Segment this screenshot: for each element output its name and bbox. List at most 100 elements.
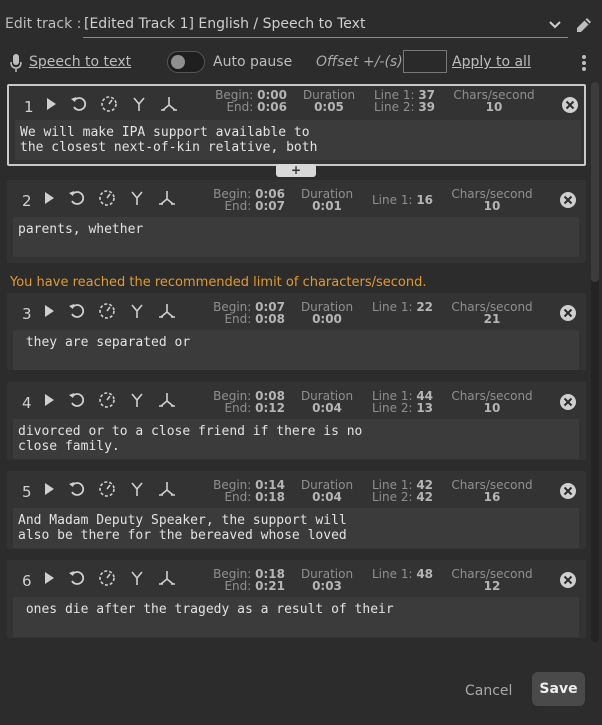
cps-warning: You have reached the recommended limit o…: [10, 275, 427, 290]
cue-duration: Duration 0:03: [300, 567, 354, 593]
close-circle-icon[interactable]: [559, 393, 577, 411]
microphone-icon[interactable]: [9, 53, 23, 73]
cue-number: 1: [24, 98, 34, 116]
play-icon[interactable]: [40, 302, 58, 320]
edit-track-label: Edit track :: [5, 16, 82, 32]
cue-number: 2: [22, 192, 32, 210]
toggle-knob: [171, 55, 185, 69]
apply-to-all-link[interactable]: Apply to all: [452, 54, 531, 70]
track-select[interactable]: [Edited Track 1] English / Speech to Tex…: [83, 15, 568, 38]
cue-begin-end: Begin: 0:00 End: 0:06: [209, 89, 287, 113]
play-icon[interactable]: [40, 391, 58, 409]
auto-time-icon[interactable]: [98, 302, 116, 320]
chevron-down-icon: [549, 21, 561, 29]
play-icon[interactable]: [40, 189, 58, 207]
close-circle-icon[interactable]: [559, 191, 577, 209]
cue-text-input[interactable]: divorced or to a close friend if there i…: [13, 419, 579, 459]
replay-icon[interactable]: [68, 302, 86, 320]
pencil-icon[interactable]: [574, 15, 594, 35]
split-icon[interactable]: [158, 189, 176, 207]
cue-duration: Duration 0:00: [300, 300, 354, 326]
cue-item[interactable]: 1 Begin: 0:00 End: 0:06 Duration 0:05 Li…: [7, 84, 586, 166]
auto-time-icon[interactable]: [98, 569, 116, 587]
split-icon[interactable]: [158, 480, 176, 498]
cue-text-input[interactable]: We will make IPA support available to th…: [15, 120, 581, 160]
edit-track-bar: Edit track : [Edited Track 1] English / …: [0, 0, 602, 48]
play-icon[interactable]: [40, 480, 58, 498]
cue-number: 3: [22, 305, 32, 323]
cue-begin-end: Begin: 0:18 End: 0:21: [213, 567, 285, 593]
play-icon[interactable]: [42, 95, 60, 113]
replay-icon[interactable]: [68, 189, 86, 207]
cue-chars-per-second: Chars/second 16: [451, 478, 533, 504]
scrollbar-thumb[interactable]: [591, 82, 599, 282]
cue-begin-end: Begin: 0:07 End: 0:08: [213, 300, 285, 326]
cue-chars-per-second: Chars/second 21: [451, 300, 533, 326]
replay-icon[interactable]: [70, 95, 88, 113]
more-vert-icon[interactable]: [577, 53, 591, 73]
cue-text-input[interactable]: parents, whether: [13, 217, 579, 257]
replay-icon[interactable]: [68, 391, 86, 409]
cancel-button[interactable]: Cancel: [465, 683, 512, 699]
auto-time-icon[interactable]: [98, 480, 116, 498]
merge-icon[interactable]: [128, 480, 146, 498]
cps-over-limit: 21: [483, 312, 501, 326]
split-icon[interactable]: [158, 569, 176, 587]
auto-time-icon[interactable]: [98, 189, 116, 207]
close-circle-icon[interactable]: [561, 96, 579, 114]
cue-number: 6: [22, 572, 32, 590]
scrollbar[interactable]: [591, 82, 599, 642]
cue-item[interactable]: 6 Begin: 0:18 End: 0:21 Duration 0:03 Li…: [7, 560, 586, 638]
cue-chars-per-second: Chars/second 10: [453, 88, 535, 114]
auto-time-icon[interactable]: [100, 95, 118, 113]
cue-text-input[interactable]: ones die after the tragedy as a result o…: [13, 597, 579, 637]
cue-chars-per-second: Chars/second 10: [451, 389, 533, 415]
cue-line-counts: Line 1: 22: [372, 300, 434, 314]
replay-icon[interactable]: [68, 480, 86, 498]
cue-duration: Duration 0:05: [302, 88, 356, 114]
offset-label: Offset +/-(s): [316, 54, 403, 70]
cue-begin-end: Begin: 0:14 End: 0:18: [213, 478, 285, 504]
merge-icon[interactable]: [128, 302, 146, 320]
cue-item[interactable]: 4 Begin: 0:08 End: 0:12 Duration 0:04 Li…: [7, 382, 586, 460]
cue-line-counts: Line 1: 44 Line 2: 13: [372, 389, 434, 415]
cue-line-counts: Line 1: 42 Line 2: 42: [372, 478, 434, 504]
replay-icon[interactable]: [68, 569, 86, 587]
cue-duration: Duration 0:04: [300, 478, 354, 504]
cue-text-input[interactable]: And Madam Deputy Speaker, the support wi…: [13, 508, 579, 548]
merge-icon[interactable]: [128, 569, 146, 587]
options-toolbar: Speech to text Auto pause Offset +/-(s) …: [0, 48, 602, 78]
cue-chars-per-second: Chars/second 10: [451, 187, 533, 213]
cue-duration: Duration 0:04: [300, 389, 354, 415]
cue-line-counts: Line 1: 48: [372, 567, 434, 581]
auto-pause-label: Auto pause: [213, 54, 293, 70]
cue-number: 4: [22, 394, 32, 412]
cue-item[interactable]: 2 Begin: 0:06 End: 0:07 Duration 0:01 Li…: [7, 180, 586, 263]
cue-item[interactable]: 5 Begin: 0:14 End: 0:18 Duration 0:04 Li…: [7, 471, 586, 549]
merge-icon[interactable]: [130, 95, 148, 113]
insert-cue-button[interactable]: +: [276, 164, 316, 177]
close-circle-icon[interactable]: [559, 571, 577, 589]
cue-line-counts: Line 1: 37 Line 2: 39: [374, 88, 436, 114]
split-icon[interactable]: [160, 95, 178, 113]
cue-line-counts: Line 1: 16: [372, 193, 434, 207]
track-select-value: [Edited Track 1] English / Speech to Tex…: [84, 16, 366, 32]
auto-time-icon[interactable]: [98, 391, 116, 409]
cue-text-input[interactable]: they are separated or: [13, 330, 579, 370]
cue-duration: Duration 0:01: [300, 187, 354, 213]
split-icon[interactable]: [158, 302, 176, 320]
merge-icon[interactable]: [128, 391, 146, 409]
offset-input[interactable]: [403, 50, 447, 73]
split-icon[interactable]: [158, 391, 176, 409]
cue-begin-end: Begin: 0:06 End: 0:07: [213, 187, 285, 213]
cue-chars-per-second: Chars/second 12: [451, 567, 533, 593]
close-circle-icon[interactable]: [559, 482, 577, 500]
play-icon[interactable]: [40, 569, 58, 587]
close-circle-icon[interactable]: [559, 304, 577, 322]
cue-begin-end: Begin: 0:08 End: 0:12: [213, 389, 285, 415]
save-button[interactable]: Save: [532, 672, 585, 706]
cue-item[interactable]: 3 Begin: 0:07 End: 0:08 Duration 0:00 Li…: [7, 293, 586, 370]
speech-to-text-link[interactable]: Speech to text: [29, 54, 131, 70]
merge-icon[interactable]: [128, 189, 146, 207]
auto-pause-toggle[interactable]: [167, 51, 205, 73]
